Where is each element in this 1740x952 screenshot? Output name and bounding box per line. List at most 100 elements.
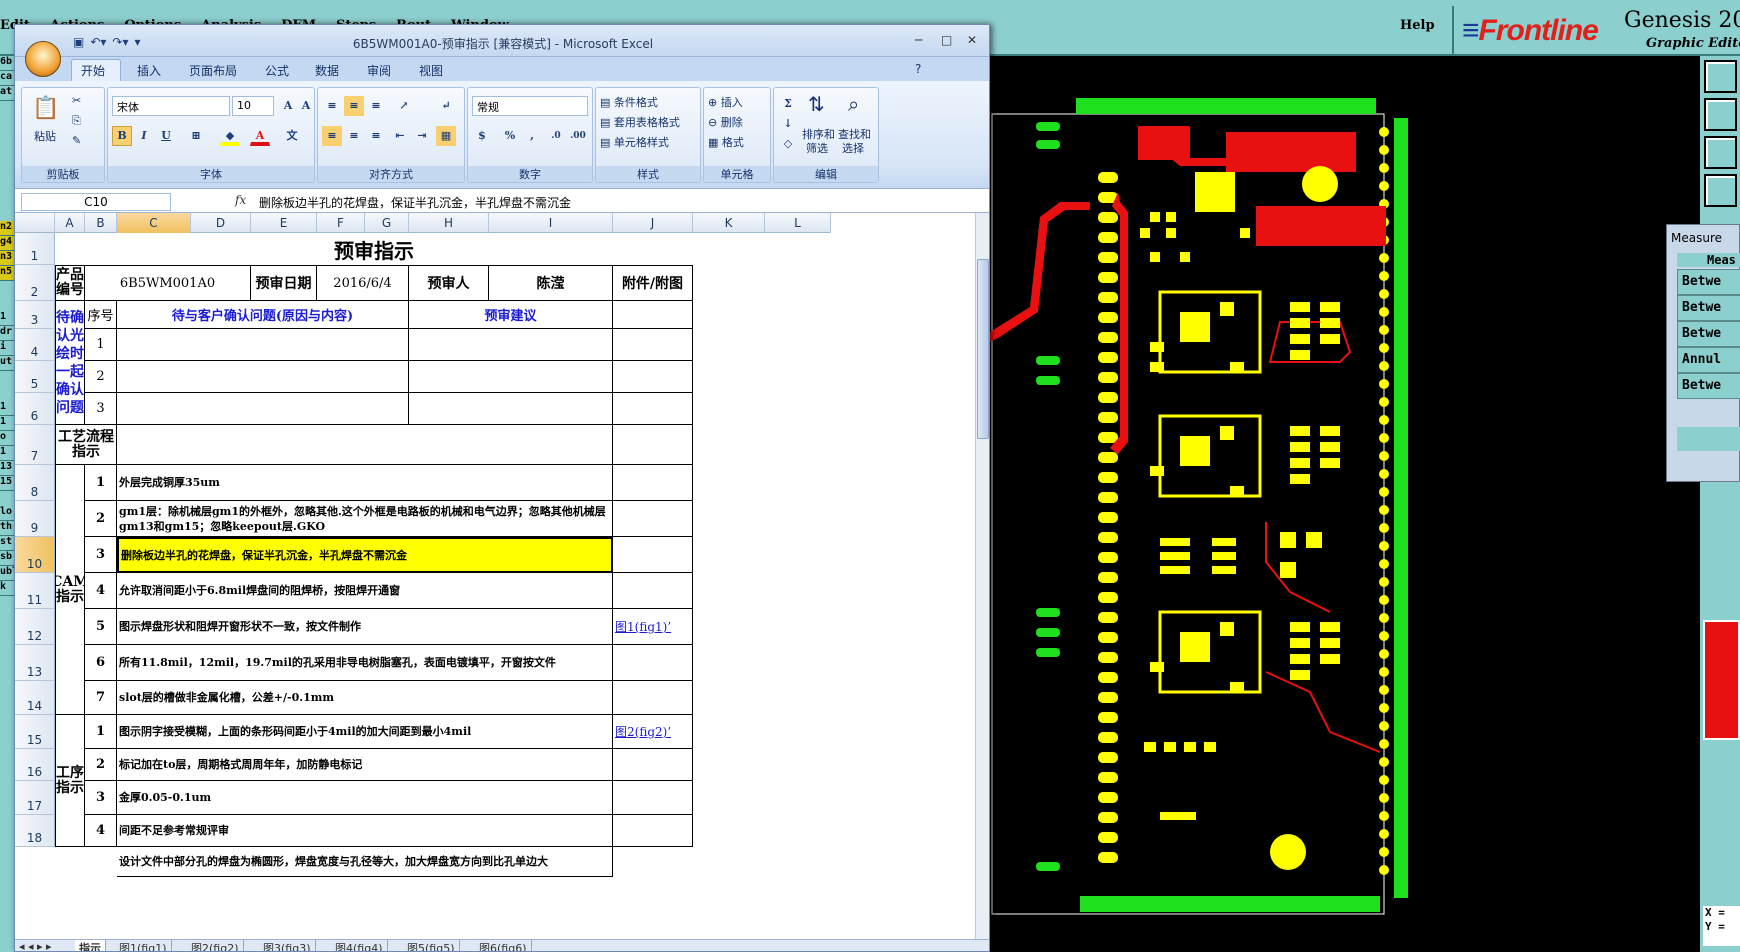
process-value[interactable]	[117, 425, 613, 465]
column-header-L[interactable]: L	[765, 213, 831, 233]
cam-item-attach[interactable]	[613, 537, 693, 573]
wrap-text-icon[interactable]: ↵	[436, 96, 456, 116]
column-header-K[interactable]: K	[693, 213, 765, 233]
formula-input[interactable]: 删除板边半孔的花焊盘，保证半孔沉金，半孔焊盘不需沉金	[259, 194, 571, 211]
question-label[interactable]: 待与客户确认问题(原因与内容)	[117, 301, 409, 329]
row-header-1[interactable]: 1	[15, 233, 55, 265]
percent-icon[interactable]: %	[500, 126, 520, 146]
font-name-combo[interactable]: 宋体	[112, 96, 230, 116]
measure-option-2[interactable]: Betwe	[1677, 321, 1740, 347]
cam-item-text[interactable]: 允许取消间距小于6.8mil焊盘间的阻焊桥，按阻焊开通窗	[117, 573, 613, 609]
date-label[interactable]: 预审日期	[251, 265, 317, 301]
cell-style-button[interactable]: ▤ 单元格样式	[600, 134, 669, 150]
reviewer-label[interactable]: 预审人	[409, 265, 489, 301]
increase-indent-icon[interactable]: ⇥	[412, 126, 432, 146]
proc-item-attach[interactable]	[613, 749, 693, 781]
row-header-4[interactable]: 4	[15, 329, 55, 361]
process-label[interactable]: 工艺流程指示	[55, 425, 117, 465]
sheet-tab-2[interactable]: 图2(fig2)	[187, 940, 244, 951]
cam-item-no[interactable]: 1	[85, 465, 117, 501]
merge-cells-icon[interactable]: ▦	[436, 126, 456, 146]
proc-item-attach[interactable]	[613, 815, 693, 847]
column-header-H[interactable]: H	[409, 213, 489, 233]
cam-item-no[interactable]: 5	[85, 609, 117, 645]
cam-item-no[interactable]: 2	[85, 501, 117, 537]
row-header-14[interactable]: 14	[15, 681, 55, 715]
autosum-icon[interactable]: Σ	[778, 94, 798, 114]
column-header-I[interactable]: I	[489, 213, 613, 233]
underline-icon[interactable]: U	[156, 126, 176, 146]
row-header-16[interactable]: 16	[15, 749, 55, 781]
align-top-icon[interactable]: ≡	[322, 96, 342, 116]
scrollbar-thumb[interactable]	[977, 259, 989, 439]
tab-view[interactable]: 视图	[419, 62, 443, 79]
tab-page-layout[interactable]: 页面布局	[189, 62, 237, 79]
cam-item-no[interactable]: 6	[85, 645, 117, 681]
cam-item-attach[interactable]	[613, 573, 693, 609]
question-attach[interactable]	[613, 329, 693, 361]
proc-item-no[interactable]: 4	[85, 815, 117, 847]
column-header-C[interactable]: C	[117, 213, 191, 233]
row-header-18[interactable]: 18	[15, 815, 55, 847]
cam-item-text[interactable]: 图示焊盘形状和阻焊开窗形状不一致，按文件制作	[117, 609, 613, 645]
shrink-font-icon[interactable]: A	[296, 96, 316, 116]
name-box[interactable]: C10	[21, 193, 171, 211]
cam-item-attach[interactable]	[613, 465, 693, 501]
fill-icon[interactable]: ↓	[778, 114, 798, 134]
cam-item-attach[interactable]	[613, 501, 693, 537]
cut-icon[interactable]: ✂	[72, 94, 81, 107]
insert-button[interactable]: ⊕ 插入	[708, 94, 743, 110]
delete-button[interactable]: ⊖ 删除	[708, 114, 743, 130]
column-header-G[interactable]: G	[365, 213, 409, 233]
select-label[interactable]: 选择	[842, 140, 864, 156]
close-button[interactable]: ✕	[967, 33, 977, 47]
tab-review[interactable]: 审阅	[367, 62, 391, 79]
cam-item-text[interactable]: 删除板边半孔的花焊盘，保证半孔沉金，半孔焊盘不需沉金	[117, 537, 613, 573]
measure-option-3[interactable]: Annul	[1677, 347, 1740, 373]
bold-icon[interactable]: B	[112, 126, 132, 146]
decrease-decimal-icon[interactable]: .00	[568, 126, 588, 146]
product-no-value[interactable]: 6B5WM001A0	[85, 265, 251, 301]
font-size-combo[interactable]: 10	[232, 96, 274, 116]
question-seq[interactable]: 1	[85, 329, 117, 361]
cam-item-text[interactable]: slot层的槽做非金属化槽，公差+/-0.1mm	[117, 681, 613, 715]
proc-item-no[interactable]: 3	[85, 781, 117, 815]
row-header-13[interactable]: 13	[15, 645, 55, 681]
row-header-6[interactable]: 6	[15, 393, 55, 425]
row-header-9[interactable]: 9	[15, 501, 55, 537]
question-text[interactable]	[117, 393, 409, 425]
fx-icon[interactable]: fx	[235, 193, 246, 207]
help-menu[interactable]: Help	[1400, 18, 1435, 33]
italic-icon[interactable]: I	[134, 126, 154, 146]
format-button[interactable]: ▦ 格式	[708, 134, 744, 150]
orientation-icon[interactable]: ↗	[394, 96, 414, 116]
question-attach[interactable]	[613, 361, 693, 393]
tool-button-1[interactable]	[1704, 60, 1737, 93]
minimize-button[interactable]: ─	[915, 33, 922, 47]
proc-item-text[interactable]: 设计文件中部分孔的焊盘为椭圆形，焊盘宽度与孔径等大，加大焊盘宽方向到比孔单边大	[117, 847, 613, 877]
proc-item-text[interactable]: 图示阴字接受模糊，上面的条形码间距小于4mil的加大间距到最小4mil	[117, 715, 613, 749]
align-center-icon[interactable]: ≡	[344, 126, 364, 146]
cam-item-no[interactable]: 3	[85, 537, 117, 573]
currency-icon[interactable]: $	[472, 126, 492, 146]
number-format-combo[interactable]: 常规	[472, 96, 588, 116]
question-suggest[interactable]	[409, 393, 613, 425]
border-icon[interactable]: ⊞	[186, 126, 206, 146]
proc-item-no[interactable]: 1	[85, 715, 117, 749]
sheet-tab-5[interactable]: 图5(fig5)	[403, 940, 460, 951]
row-header-5[interactable]: 5	[15, 361, 55, 393]
tool-button-4[interactable]	[1704, 174, 1737, 207]
sheet-tab-1[interactable]: 图1(fig1)	[115, 940, 172, 951]
pending-label[interactable]: 待确认光绘时一起确认问题	[55, 301, 85, 425]
paste-button[interactable]: 粘贴	[34, 128, 56, 144]
proc-item-attach[interactable]: 图2(fig2)’	[613, 715, 693, 749]
row-header-12[interactable]: 12	[15, 609, 55, 645]
increase-decimal-icon[interactable]: .0	[546, 126, 566, 146]
tool-button-3[interactable]	[1704, 136, 1737, 169]
question-text[interactable]	[117, 329, 409, 361]
product-no-label[interactable]: 产品编号	[55, 265, 85, 301]
suggest-label[interactable]: 预审建议	[409, 301, 613, 329]
sheet-tab-4[interactable]: 图4(fig4)	[331, 940, 388, 951]
tool-button-2[interactable]	[1704, 98, 1737, 131]
column-header-J[interactable]: J	[613, 213, 693, 233]
